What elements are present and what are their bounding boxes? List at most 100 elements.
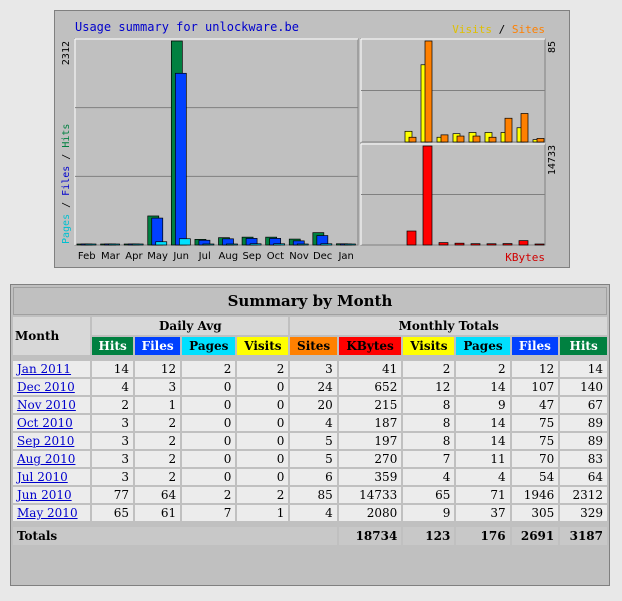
month-link[interactable]: Aug 2010 (17, 452, 75, 466)
chart-title: Usage summary for unlockware.be (75, 20, 299, 34)
value-cell: 6 (290, 469, 337, 485)
value-cell: 0 (182, 415, 236, 431)
totals-row: Totals 18734 123 176 2691 3187 (13, 527, 607, 545)
col-header-pages: Pages (182, 337, 236, 355)
bar-sites (536, 138, 545, 143)
value-cell: 8 (403, 397, 455, 413)
value-cell: 2 (237, 487, 289, 503)
value-cell: 70 (511, 451, 559, 467)
value-cell: 2 (182, 361, 236, 377)
left-plot-area (74, 38, 359, 246)
value-cell: 0 (237, 451, 289, 467)
value-cell: 65 (92, 505, 134, 521)
value-cell: 47 (511, 397, 559, 413)
col-header-pages: Pages (456, 337, 510, 355)
month-link[interactable]: Dec 2010 (17, 380, 75, 394)
value-cell: 20 (290, 397, 337, 413)
summary-by-month: Summary by Month Month Daily Avg Monthly… (10, 284, 610, 586)
right-top-ymax-label: 85 (547, 41, 558, 53)
value-cell: 85 (290, 487, 337, 503)
right-top-legend: Visits / Sites (452, 23, 545, 36)
value-cell: 0 (182, 397, 236, 413)
bar-kbytes (454, 242, 465, 246)
month-link[interactable]: Nov 2010 (17, 398, 76, 412)
value-cell: 2 (237, 361, 289, 377)
bar-sites (488, 136, 497, 143)
value-cell: 2 (135, 415, 181, 431)
bar-sites (408, 136, 417, 143)
x-tick-label: Jul (198, 251, 211, 262)
value-cell: 89 (560, 415, 607, 431)
value-cell: 5 (290, 433, 337, 449)
daily-avg-header: Daily Avg (92, 317, 289, 335)
bar-pages-oct (273, 243, 286, 246)
table-row: Oct 2010 3 2 0 0 4 187 8 14 75 89 (13, 415, 607, 431)
value-cell: 0 (237, 433, 289, 449)
value-cell: 4 (92, 379, 134, 395)
value-cell: 2 (135, 469, 181, 485)
value-cell: 65 (403, 487, 455, 503)
table-row: Nov 2010 2 1 0 0 20 215 8 9 47 67 (13, 397, 607, 413)
col-header-files: Files (135, 337, 181, 355)
bar-kbytes (502, 243, 513, 246)
value-cell: 8 (403, 415, 455, 431)
value-cell: 67 (560, 397, 607, 413)
value-cell: 3 (290, 361, 337, 377)
value-cell: 0 (237, 469, 289, 485)
x-tick-label: Mar (101, 251, 121, 262)
bar-files-jun (174, 72, 187, 246)
value-cell: 4 (403, 469, 455, 485)
value-cell: 187 (338, 415, 402, 431)
bar-kbytes (486, 243, 497, 246)
month-link[interactable]: Jul 2010 (17, 470, 68, 484)
month-header: Month (13, 317, 91, 355)
month-cell: Jan 2011 (13, 361, 91, 377)
month-link[interactable]: Jan 2011 (17, 362, 71, 376)
value-cell: 140 (560, 379, 607, 395)
value-cell: 64 (560, 469, 607, 485)
value-cell: 14 (456, 433, 510, 449)
left-axis-label-part: Hits (61, 124, 72, 148)
summary-table: Summary by Month Month Daily Avg Monthly… (11, 285, 609, 547)
left-axis-label: Pages / Files / Hits (61, 124, 72, 244)
month-cell: Oct 2010 (13, 415, 91, 431)
value-cell: 2 (182, 487, 236, 503)
x-tick-label: Sep (242, 251, 261, 262)
value-cell: 3 (92, 433, 134, 449)
bar-pages-aug (226, 243, 238, 246)
col-header-hits: Hits (92, 337, 134, 355)
spacer-cell (13, 523, 607, 525)
month-link[interactable]: May 2010 (17, 506, 78, 520)
summary-title: Summary by Month (13, 287, 607, 315)
month-cell: Jul 2010 (13, 469, 91, 485)
usage-chart-svg: Usage summary for unlockware.be2312 Pages… (61, 20, 558, 264)
monthly-totals-header: Monthly Totals (290, 317, 607, 335)
bar-pages-dec (320, 243, 333, 246)
month-cell: Dec 2010 (13, 379, 91, 395)
col-header-hits: Hits (560, 337, 607, 355)
spacer-row (13, 357, 607, 359)
bar-kbytes (406, 230, 417, 246)
month-link[interactable]: Sep 2010 (17, 434, 74, 448)
value-cell: 83 (560, 451, 607, 467)
value-cell: 2 (92, 397, 134, 413)
right-legend-part: Visits (452, 23, 492, 36)
col-header-visits: Visits (237, 337, 289, 355)
value-cell: 75 (511, 433, 559, 449)
value-cell: 64 (135, 487, 181, 503)
totals-value: 123 (403, 527, 455, 545)
month-link[interactable]: Oct 2010 (17, 416, 73, 430)
bar-pages-jul (202, 243, 215, 246)
value-cell: 12 (403, 379, 455, 395)
bar-sites (504, 117, 513, 143)
col-header-kbytes: KBytes (338, 337, 402, 355)
value-cell: 0 (237, 379, 289, 395)
value-cell: 2312 (560, 487, 607, 503)
month-link[interactable]: Jun 2010 (17, 488, 72, 502)
bar-pages-apr (131, 243, 144, 246)
x-tick-label: Jan (337, 251, 353, 262)
x-tick-label: Aug (219, 251, 239, 262)
right-bottom-legend: KBytes (505, 251, 545, 264)
value-cell: 3 (92, 451, 134, 467)
bar-sites (520, 113, 529, 143)
